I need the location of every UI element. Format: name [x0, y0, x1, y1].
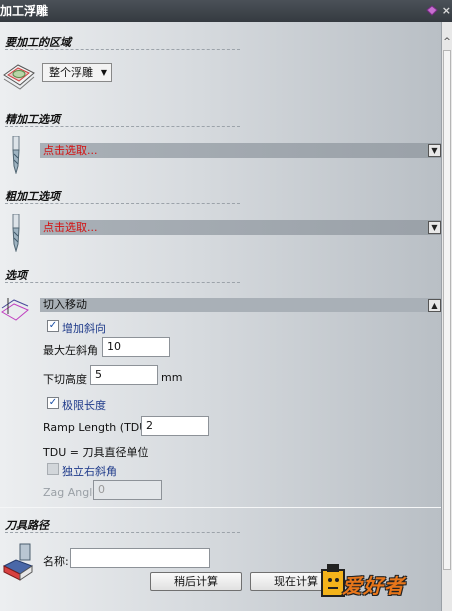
finish-tool-icon — [12, 136, 20, 174]
toolpath-section-title: 刀具路径 — [5, 519, 49, 532]
area-dropdown-value: 整个浮雕 — [49, 66, 93, 79]
ramp-length-field[interactable]: 2 — [141, 416, 209, 436]
area-dropdown[interactable]: 整个浮雕 ▼ — [42, 63, 112, 82]
zag-angle-field[interactable]: 0 — [93, 480, 162, 500]
add-ramp-checkbox[interactable]: ✓ — [47, 320, 59, 332]
tdu-note: TDU = 刀具直径单位 — [43, 446, 149, 459]
machining-panel: 要加工的区域 整个浮雕 ▼ 精加工选项 点击选取... ▼ 粗加工选项 点击选取… — [0, 22, 441, 611]
watermark-logo: 爱好者 — [318, 560, 441, 604]
watermark-text: 爱好者 — [342, 574, 405, 598]
rough-tool-selector[interactable]: 点击选取... — [40, 220, 441, 235]
window-title: 加工浮雕 — [0, 4, 49, 18]
plunge-height-field[interactable]: 5 — [90, 365, 158, 385]
toolpath-icon — [2, 543, 34, 581]
rough-expand-icon[interactable]: ▼ — [428, 221, 441, 234]
max-left-angle-label: 最大左斜角 — [43, 344, 98, 357]
divider — [5, 203, 240, 204]
area-section-title: 要加工的区域 — [5, 36, 71, 49]
finish-expand-icon[interactable]: ▼ — [428, 144, 441, 157]
close-icon[interactable]: × — [442, 0, 451, 22]
plunge-moves-header: 切入移动 — [40, 298, 441, 312]
window-titlebar: 加工浮雕 × — [0, 0, 452, 22]
independent-right-label: 独立右斜角 — [62, 465, 117, 478]
options-collapse-icon[interactable]: ▲ — [428, 299, 441, 312]
plunge-height-unit: mm — [161, 371, 183, 384]
vertical-scrollbar[interactable]: ^ — [441, 22, 452, 611]
zag-angle-label: Zag Angle — [43, 486, 100, 499]
scrollbar-thumb[interactable] — [443, 50, 451, 570]
plunge-height-label: 下切高度 — [43, 373, 87, 386]
rough-section-title: 粗加工选项 — [5, 190, 60, 203]
toolpath-name-field[interactable] — [70, 548, 210, 568]
divider — [5, 49, 240, 50]
chevron-down-icon: ▼ — [100, 68, 107, 77]
calculate-later-button[interactable]: 稍后计算 — [150, 572, 242, 591]
add-ramp-label: 增加斜向 — [62, 322, 106, 335]
limit-length-label: 极限长度 — [62, 399, 106, 412]
toolpath-name-label: 名称: — [43, 555, 69, 568]
divider — [5, 532, 240, 533]
pin-icon[interactable] — [426, 5, 438, 16]
scroll-up-icon[interactable]: ^ — [442, 36, 452, 48]
rough-tool-icon — [12, 214, 20, 252]
separator — [0, 507, 441, 508]
ramp-icon — [1, 298, 29, 321]
divider — [5, 282, 240, 283]
ramp-length-label: Ramp Length (TDU) — [43, 421, 152, 434]
finish-tool-placeholder: 点击选取... — [43, 144, 98, 157]
relief-area-icon — [3, 64, 35, 90]
max-left-angle-field[interactable]: 10 — [102, 337, 170, 357]
divider — [5, 126, 240, 127]
limit-length-checkbox[interactable]: ✓ — [47, 397, 59, 409]
rough-tool-placeholder: 点击选取... — [43, 221, 98, 234]
options-section-title: 选项 — [5, 269, 27, 282]
independent-right-checkbox[interactable] — [47, 463, 59, 475]
finish-tool-selector[interactable]: 点击选取... — [40, 143, 441, 158]
finish-section-title: 精加工选项 — [5, 113, 60, 126]
